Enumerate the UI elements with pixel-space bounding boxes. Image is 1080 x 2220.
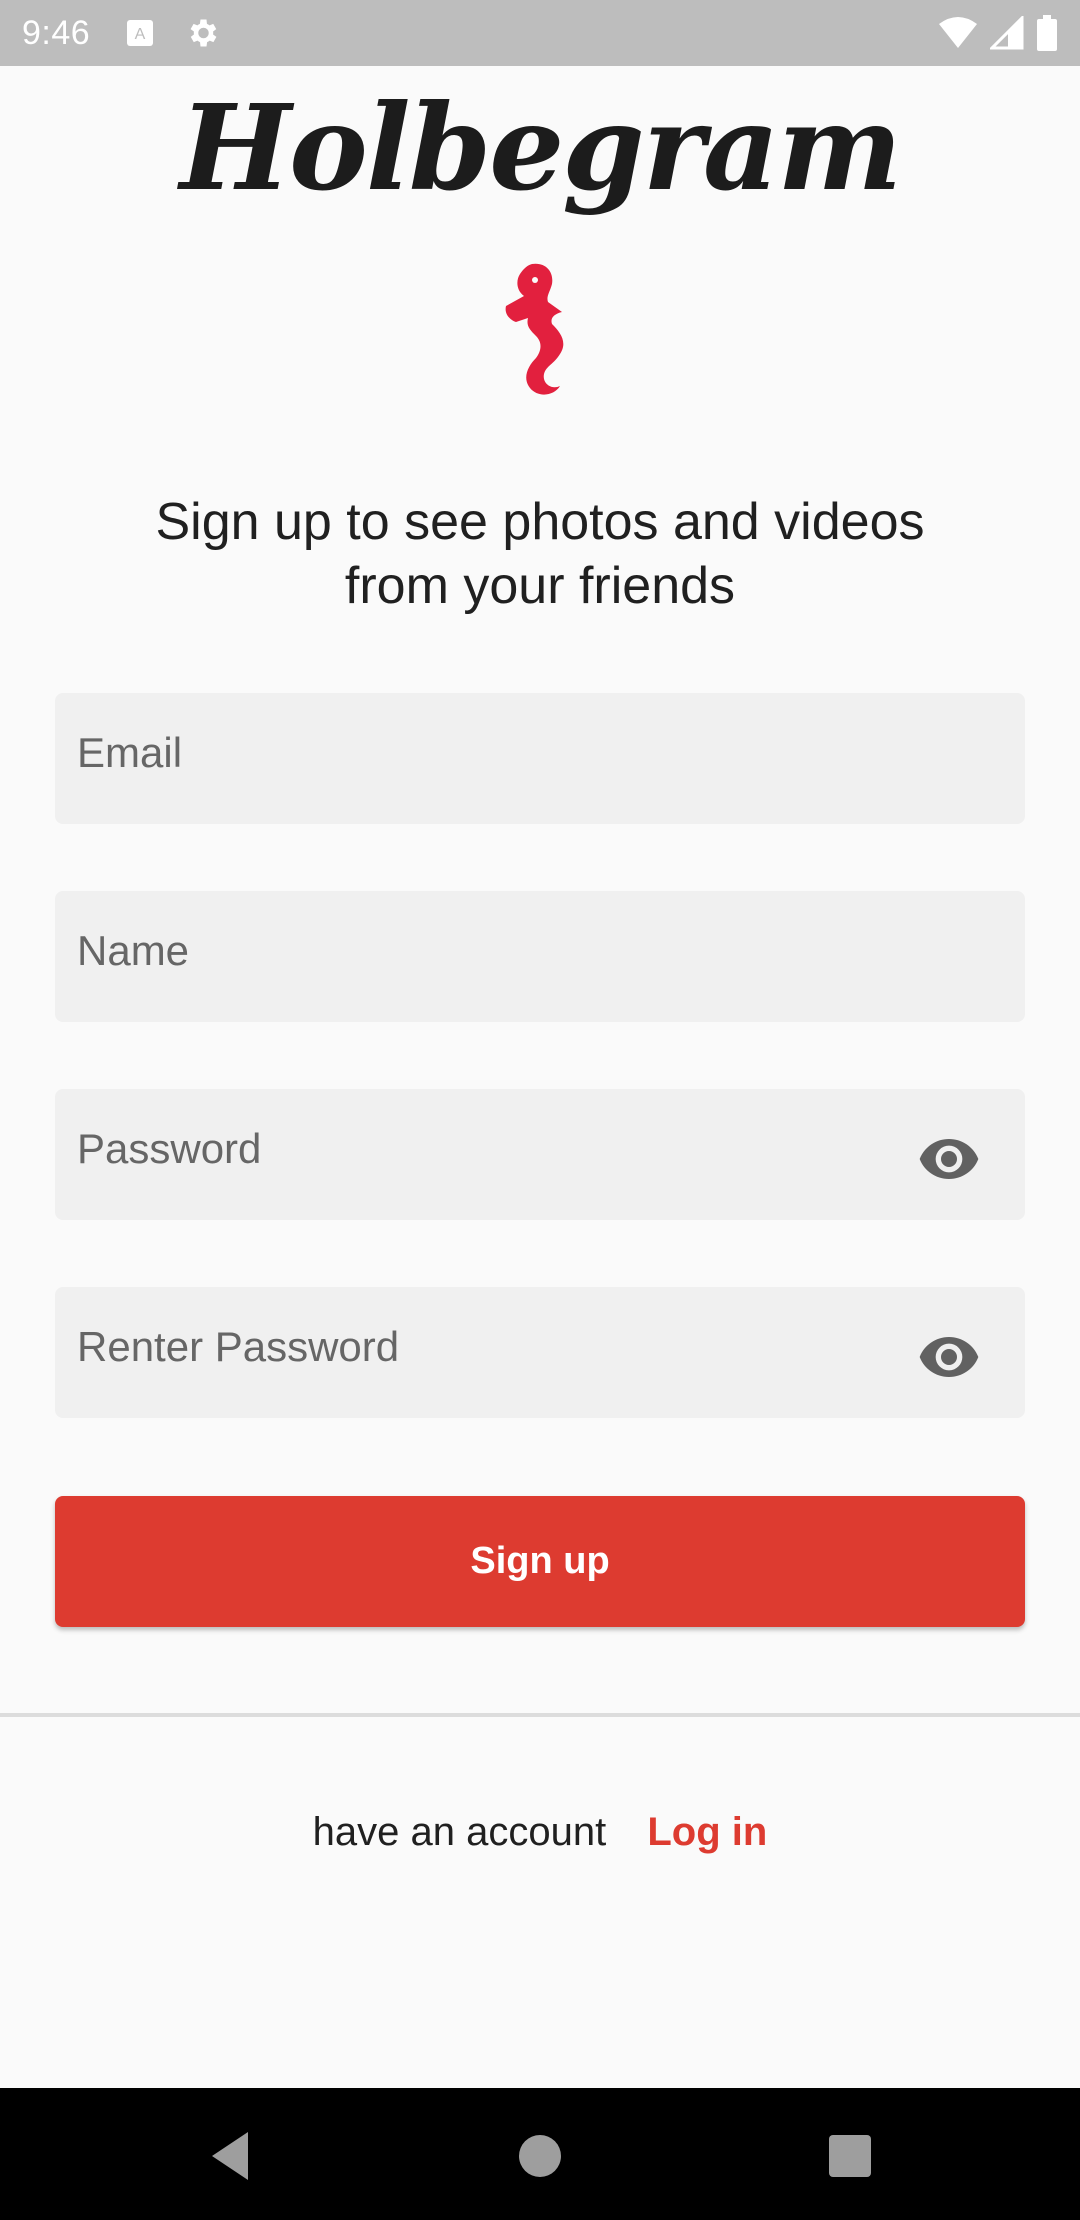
have-account-text: have an account (312, 1810, 607, 1854)
signup-button[interactable]: Sign up (55, 1496, 1025, 1627)
signup-headline: Sign up to see photos and videos from yo… (90, 490, 990, 618)
recents-icon[interactable] (822, 2128, 878, 2184)
login-prompt-row: have an account Log in (0, 1810, 1080, 1855)
signal-icon (990, 16, 1024, 50)
home-icon[interactable] (512, 2128, 568, 2184)
name-field-container (55, 891, 1025, 1022)
wifi-icon (939, 17, 977, 48)
login-link[interactable]: Log in (647, 1810, 767, 1854)
svg-text:A: A (135, 26, 146, 43)
repassword-input[interactable] (55, 1287, 1025, 1418)
settings-gear-icon (190, 19, 217, 47)
name-input[interactable] (55, 891, 1025, 1022)
battery-icon (1037, 15, 1057, 51)
signup-screen: 9:46 A Holbegram Sign up to see photos a… (0, 0, 1080, 2220)
headline-line-1: Sign up to see photos and videos (155, 493, 925, 551)
repassword-visibility-eye-icon[interactable] (917, 1333, 981, 1381)
password-field-container (55, 1089, 1025, 1220)
navigation-bar (0, 2088, 1080, 2220)
password-input[interactable] (55, 1089, 1025, 1220)
back-icon[interactable] (204, 2128, 260, 2184)
password-visibility-eye-icon[interactable] (917, 1135, 981, 1183)
app-logo-text: Holbegram (179, 78, 903, 217)
status-time: 9:46 (22, 13, 91, 52)
status-bar: 9:46 A (0, 0, 1080, 66)
headline-line-2: from your friends (344, 557, 736, 615)
email-input[interactable] (55, 693, 1025, 824)
seahorse-icon (505, 263, 564, 395)
divider (0, 1713, 1080, 1717)
repassword-field-container (55, 1287, 1025, 1418)
email-field-container (55, 693, 1025, 824)
keyboard-a-icon: A (127, 20, 154, 46)
